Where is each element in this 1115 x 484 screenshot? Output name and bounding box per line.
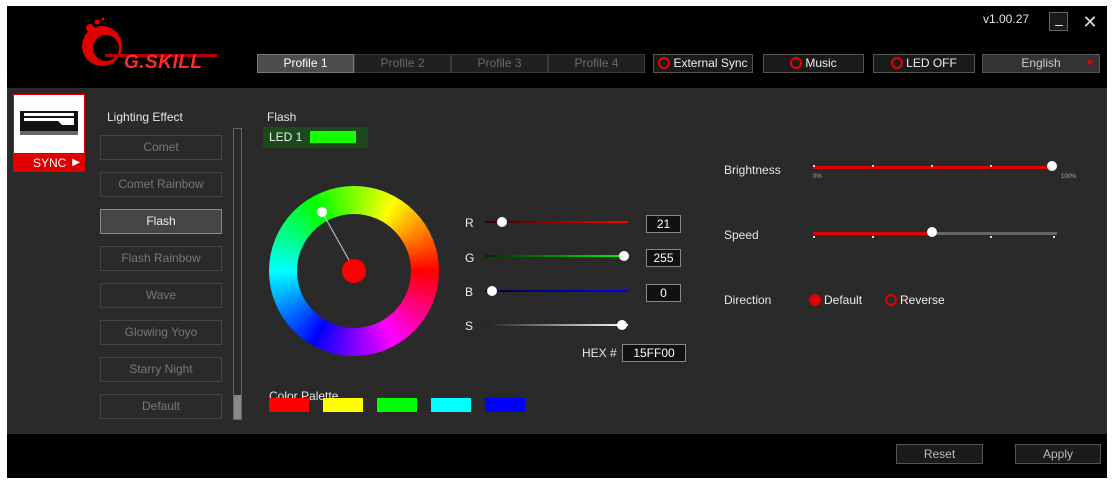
tick-mark xyxy=(872,236,874,238)
effect-button[interactable]: Glowing Yoyo xyxy=(100,320,222,345)
reset-button[interactable]: Reset xyxy=(896,444,983,464)
minimize-icon xyxy=(1055,25,1063,26)
brightness-slider-handle[interactable] xyxy=(1047,161,1057,171)
speed-label: Speed xyxy=(724,228,759,242)
language-select[interactable]: English ▼ xyxy=(982,54,1100,73)
footer-bar: Reset Apply xyxy=(7,434,1107,478)
external-sync-label: External Sync xyxy=(673,56,748,70)
hex-label: HEX # xyxy=(582,346,617,360)
tab-profile-2[interactable]: Profile 2 xyxy=(354,54,451,73)
tick-mark xyxy=(990,236,992,238)
logo: G.SKILL xyxy=(77,14,227,76)
r-slider-handle[interactable] xyxy=(497,217,507,227)
r-value-field[interactable]: 21 xyxy=(646,215,681,233)
radio-ring-icon xyxy=(885,294,897,306)
minimize-button[interactable] xyxy=(1049,12,1068,31)
tick-mark xyxy=(872,165,874,167)
g-value-field[interactable]: 255 xyxy=(646,249,681,267)
radio-filled-icon xyxy=(809,294,821,306)
device-tile[interactable] xyxy=(13,94,85,154)
palette-swatch[interactable] xyxy=(485,398,525,412)
scrollbar-thumb[interactable] xyxy=(234,395,241,419)
hex-field[interactable]: 15FF00 xyxy=(622,344,686,362)
b-value-field[interactable]: 0 xyxy=(646,284,681,302)
tick-mark xyxy=(990,165,992,167)
music-button[interactable]: Music xyxy=(763,54,864,73)
b-slider-handle[interactable] xyxy=(487,286,497,296)
tick-mark xyxy=(1053,236,1055,238)
effect-button[interactable]: Default xyxy=(100,394,222,419)
effect-scrollbar[interactable] xyxy=(233,128,242,420)
arrow-right-icon: ▶ xyxy=(72,157,80,168)
brightness-min-label: 0% xyxy=(813,174,822,180)
g-slider-track[interactable] xyxy=(485,255,628,257)
led-off-button[interactable]: LED OFF xyxy=(873,54,975,73)
radio-ring-icon xyxy=(891,57,904,69)
ram-module-icon xyxy=(20,111,78,135)
palette-swatch[interactable] xyxy=(269,398,309,412)
lighting-effect-title: Lighting Effect xyxy=(107,110,183,124)
tick-mark xyxy=(813,236,815,238)
s-slider-track[interactable] xyxy=(485,324,628,326)
led-1-chip[interactable]: LED 1 xyxy=(263,127,368,148)
app-window: G.SKILL v1.00.27 ✕ Profile 1 Profile 2 P… xyxy=(7,6,1107,478)
speed-slider-handle[interactable] xyxy=(927,227,937,237)
g-label: G xyxy=(465,251,475,265)
tab-profile-1[interactable]: Profile 1 xyxy=(257,54,354,73)
tick-mark xyxy=(931,165,933,167)
direction-default-label: Default xyxy=(824,293,863,307)
effect-button[interactable]: Flash xyxy=(100,209,222,234)
radio-ring-icon xyxy=(790,57,803,69)
direction-reverse-label: Reverse xyxy=(900,293,945,307)
b-slider-track[interactable] xyxy=(485,290,628,292)
color-wheel-handle[interactable] xyxy=(317,207,327,217)
color-wheel-center-dot xyxy=(342,259,366,283)
external-sync-button[interactable]: External Sync xyxy=(653,54,753,73)
effect-button[interactable]: Flash Rainbow xyxy=(100,246,222,271)
tick-mark xyxy=(813,165,815,167)
logo-text: G.SKILL xyxy=(124,52,203,73)
led-off-label: LED OFF xyxy=(906,56,957,70)
brightness-label: Brightness xyxy=(724,163,781,177)
palette-swatch[interactable] xyxy=(377,398,417,412)
radio-ring-icon xyxy=(658,57,671,69)
sync-button[interactable]: SYNC ▶ xyxy=(13,154,85,172)
main-panel: SYNC ▶ Lighting Effect Comet Comet Rainbo… xyxy=(7,88,1107,434)
tab-profile-3[interactable]: Profile 3 xyxy=(451,54,548,73)
chevron-down-icon: ▼ xyxy=(1085,58,1095,69)
palette-swatch[interactable] xyxy=(431,398,471,412)
header-bar: G.SKILL v1.00.27 ✕ Profile 1 Profile 2 P… xyxy=(7,6,1107,88)
s-label: S xyxy=(465,319,474,333)
brightness-max-label: 100% xyxy=(1061,174,1077,180)
speed-slider-fill xyxy=(813,232,933,235)
close-icon: ✕ xyxy=(1082,12,1098,32)
palette-swatch[interactable] xyxy=(323,398,363,412)
sync-label: SYNC xyxy=(33,156,67,170)
s-slider-handle[interactable] xyxy=(617,320,627,330)
brightness-slider-track[interactable] xyxy=(813,166,1055,169)
language-value: English xyxy=(1021,56,1061,70)
g-slider-handle[interactable] xyxy=(619,251,629,261)
apply-button[interactable]: Apply xyxy=(1015,444,1101,464)
tab-profile-4[interactable]: Profile 4 xyxy=(548,54,645,73)
led-color-swatch xyxy=(310,131,356,143)
close-button[interactable]: ✕ xyxy=(1079,11,1101,33)
effect-button[interactable]: Starry Night xyxy=(100,357,222,382)
effect-button[interactable]: Wave xyxy=(100,283,222,308)
effect-button[interactable]: Comet xyxy=(100,135,222,160)
color-wheel[interactable] xyxy=(269,186,439,356)
music-label: Music xyxy=(805,56,837,70)
b-label: B xyxy=(465,285,474,299)
effect-button[interactable]: Comet Rainbow xyxy=(100,172,222,197)
led-1-label: LED 1 xyxy=(269,130,303,144)
r-label: R xyxy=(465,216,474,230)
flash-title: Flash xyxy=(267,110,297,124)
version-label: v1.00.27 xyxy=(983,12,1030,26)
direction-label: Direction xyxy=(724,293,772,307)
